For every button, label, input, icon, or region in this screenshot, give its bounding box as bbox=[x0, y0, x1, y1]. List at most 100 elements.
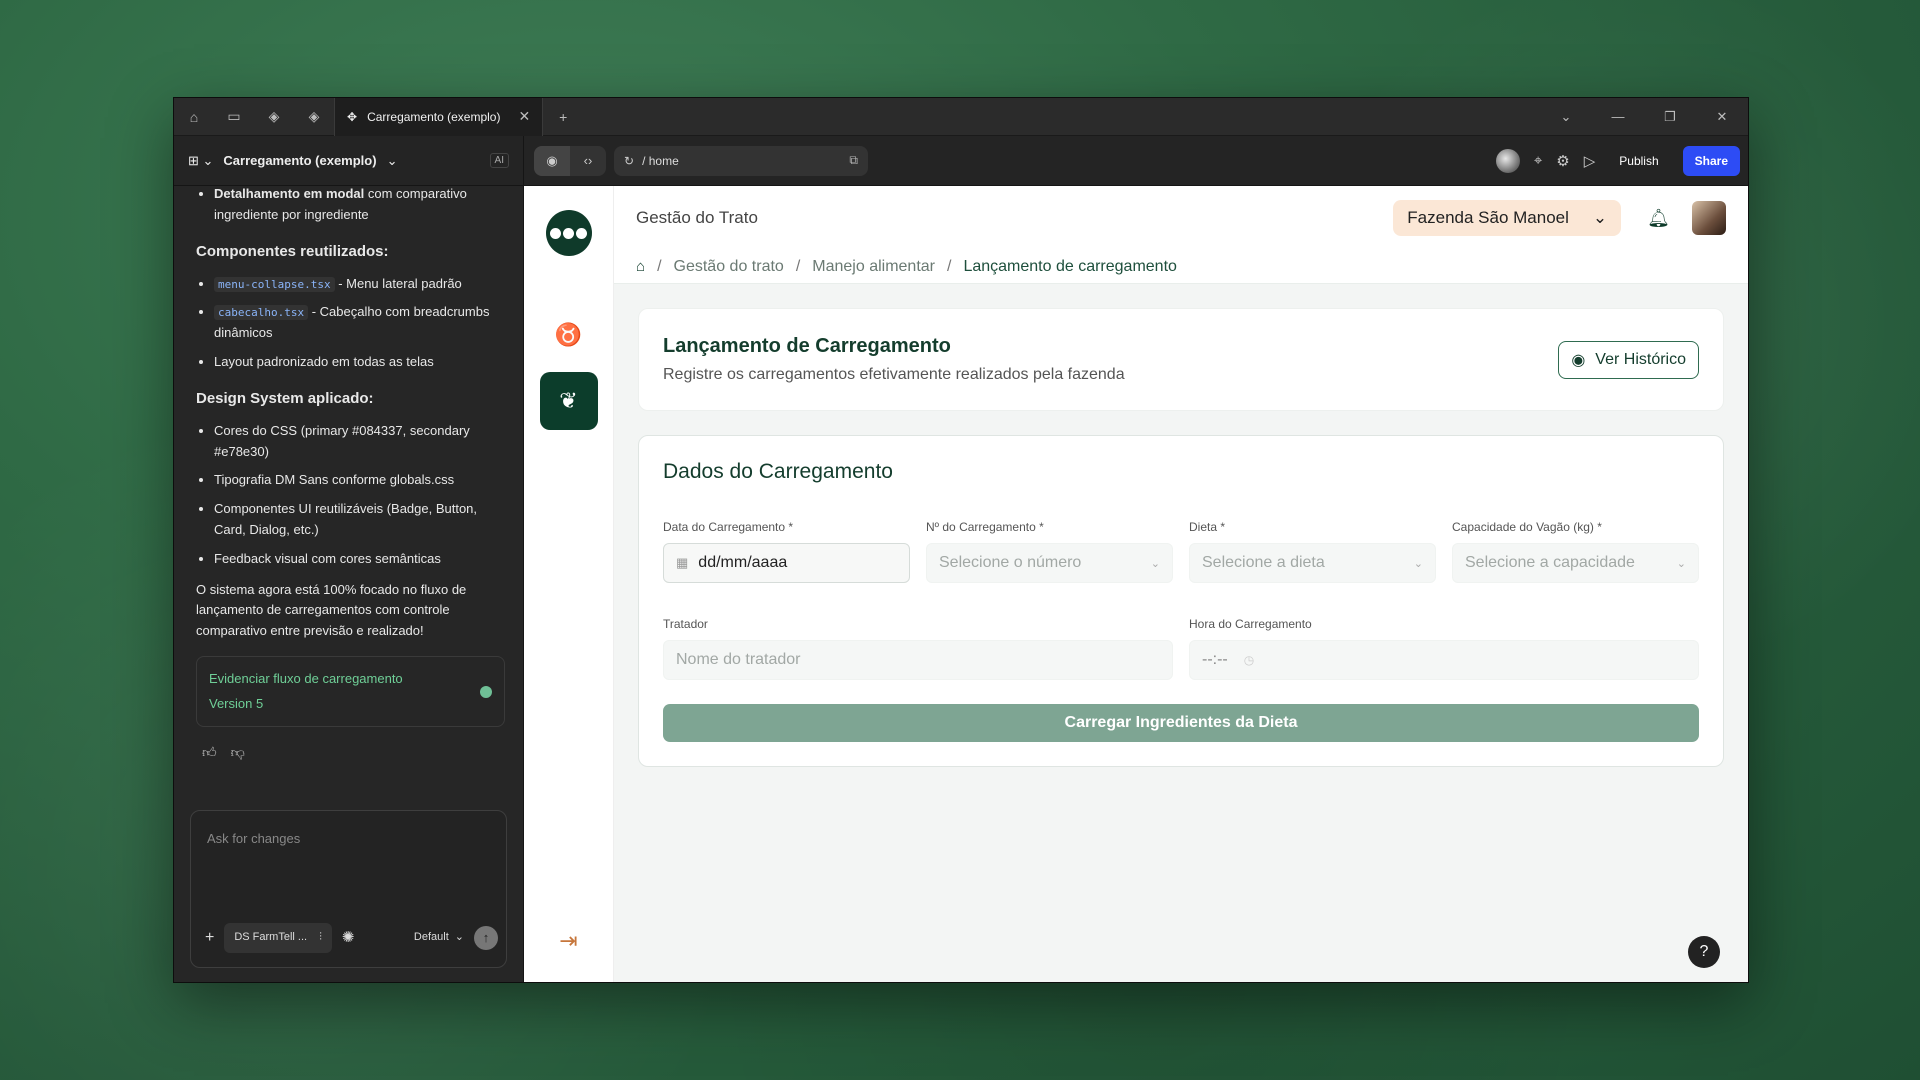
home-icon[interactable]: ⌂ bbox=[174, 98, 214, 136]
minimize-icon[interactable]: — bbox=[1592, 98, 1644, 136]
handler-input[interactable]: Nome do tratador bbox=[663, 640, 1173, 680]
chevron-down-icon: ⌄ bbox=[1413, 557, 1423, 570]
form-card: Dados do Carregamento Data do Carregamen… bbox=[638, 435, 1724, 767]
code-icon[interactable]: ‹› bbox=[570, 146, 606, 176]
url-bar[interactable]: ↻ / home ⧉ bbox=[614, 145, 868, 176]
breadcrumb: ⌂ / Gestão do trato / Manejo alimentar /… bbox=[614, 250, 1748, 284]
thumbs-down-icon[interactable]: 👎︎ bbox=[231, 741, 245, 763]
help-button[interactable]: ? bbox=[1688, 936, 1720, 968]
window-close-icon[interactable]: ✕ bbox=[1696, 98, 1748, 136]
chevron-down-icon[interactable]: ⌄ bbox=[387, 153, 398, 169]
chevron-down-icon: ⌄ bbox=[1676, 557, 1686, 570]
heading-design: Design System aplicado: bbox=[196, 389, 374, 407]
logout-icon[interactable]: ⇥ bbox=[559, 928, 577, 954]
version-label: Version 5 bbox=[209, 695, 264, 711]
diet-label: Dieta * bbox=[1189, 520, 1226, 534]
version-title: Evidenciar fluxo de carregamento bbox=[209, 670, 403, 686]
app-sidebar: ♉ ❦ ⇥ bbox=[524, 186, 614, 982]
form-title: Dados do Carregamento bbox=[663, 460, 893, 483]
breadcrumb-item[interactable]: Gestão do trato bbox=[674, 258, 784, 276]
breadcrumb-current: Lançamento de carregamento bbox=[963, 257, 1177, 275]
play-icon[interactable]: ▷ bbox=[1584, 152, 1596, 170]
publish-button[interactable]: Publish bbox=[1609, 147, 1668, 175]
thumbs-up-icon[interactable]: 👍︎ bbox=[202, 741, 217, 763]
list-item: Detalhamento em modal com comparativo in… bbox=[214, 184, 505, 226]
wheat-icon[interactable]: ❦ bbox=[539, 372, 598, 430]
ai-badge[interactable]: AI bbox=[489, 153, 509, 168]
chat-composer[interactable]: Ask for changes + DS FarmTell ... ⫶ ✺ De… bbox=[190, 810, 507, 968]
new-tab-icon[interactable]: + bbox=[543, 98, 583, 136]
time-input[interactable]: --:-- ◷ bbox=[1189, 640, 1699, 680]
user-avatar[interactable] bbox=[1692, 201, 1726, 235]
url-text: / home bbox=[642, 153, 679, 168]
titlebar: ⌂ ▭ ◈ ◈ ✥ Carregamento (exemplo) ✕ + ⌄ —… bbox=[174, 98, 1748, 136]
app-preview: ♉ ❦ ⇥ Gestão do Trato Fazenda São Manoel… bbox=[524, 186, 1748, 982]
eye-icon: ◉ bbox=[1571, 351, 1586, 369]
send-button[interactable]: ↑ bbox=[474, 926, 498, 951]
diet-select[interactable]: Selecione a dieta ⌄ bbox=[1189, 543, 1436, 583]
collaborator-avatar[interactable] bbox=[1495, 148, 1520, 173]
number-label: Nº do Carregamento * bbox=[926, 520, 1044, 534]
breadcrumb-item[interactable]: Manejo alimentar bbox=[812, 258, 935, 276]
farm-select[interactable]: Fazenda São Manoel ⌄ bbox=[1393, 200, 1622, 236]
component-icon: ✥ bbox=[347, 109, 358, 124]
gear-icon[interactable]: ⚙ bbox=[1556, 152, 1569, 170]
list-item: menu-collapse.tsx - Menu lateral padrão bbox=[214, 274, 505, 295]
toolbar: ⊞ ⌄ Carregamento (exemplo) ⌄ AI ◉ ‹› ↻ /… bbox=[174, 136, 1748, 186]
app-logo[interactable] bbox=[545, 210, 592, 256]
list-item: Cores do CSS (primary #084337, secondary… bbox=[214, 421, 505, 463]
tab-carregamento[interactable]: ✥ Carregamento (exemplo) ✕ bbox=[334, 98, 544, 136]
project-name[interactable]: Carregamento (exemplo) bbox=[223, 153, 376, 168]
sparkle-icon[interactable]: ✺ bbox=[342, 926, 355, 950]
close-icon[interactable]: ✕ bbox=[518, 108, 530, 125]
composer-input[interactable]: Ask for changes bbox=[207, 829, 490, 850]
chevron-down-icon: ⌄ bbox=[1150, 557, 1160, 570]
header-title: Gestão do Trato bbox=[636, 208, 758, 227]
chevron-down-icon[interactable]: ⌄ bbox=[1540, 98, 1592, 136]
tag-icon[interactable]: ◈ bbox=[254, 98, 294, 136]
cattle-icon[interactable]: ♉ bbox=[540, 306, 598, 364]
sliders-icon[interactable]: ⫶ bbox=[319, 929, 322, 947]
share-button[interactable]: Share bbox=[1682, 145, 1740, 176]
add-icon[interactable]: + bbox=[205, 925, 214, 951]
time-label: Hora do Carregamento bbox=[1189, 617, 1312, 631]
list-item: Tipografia DM Sans conforme globals.css bbox=[214, 470, 505, 491]
capacity-select[interactable]: Selecione a capacidade ⌄ bbox=[1452, 543, 1699, 583]
status-dot-icon bbox=[480, 685, 492, 698]
date-label: Data do Carregamento * bbox=[663, 520, 794, 534]
mode-select[interactable]: Default ⌄ bbox=[414, 929, 464, 947]
open-window-icon[interactable]: ⧉ bbox=[849, 153, 858, 168]
date-input[interactable]: ▦ dd/mm/aaaa bbox=[663, 543, 910, 583]
home-icon[interactable]: ⌂ bbox=[636, 258, 645, 275]
reload-icon[interactable]: ↻ bbox=[624, 154, 634, 168]
restore-icon[interactable]: ❐ bbox=[1644, 98, 1696, 136]
capacity-label: Capacidade do Vagão (kg) * bbox=[1452, 520, 1602, 534]
clock-icon: ◷ bbox=[1243, 653, 1255, 667]
list-item: Feedback visual com cores semânticas bbox=[214, 549, 505, 570]
project-header: ⊞ ⌄ Carregamento (exemplo) ⌄ AI bbox=[174, 136, 524, 185]
page-header-card: Lançamento de Carregamento Registre os c… bbox=[638, 308, 1724, 411]
heading-components: Componentes reutilizados: bbox=[196, 242, 389, 260]
app-window: ⌂ ▭ ◈ ◈ ✥ Carregamento (exemplo) ✕ + ⌄ —… bbox=[173, 97, 1749, 983]
calendar-icon: ▦ bbox=[676, 555, 689, 570]
number-select[interactable]: Selecione o número ⌄ bbox=[926, 543, 1173, 583]
figma-logo-icon[interactable]: ⊞ ⌄ bbox=[188, 153, 213, 169]
page-title: Lançamento de Carregamento bbox=[663, 335, 951, 357]
version-card[interactable]: Evidenciar fluxo de carregamento Version… bbox=[196, 655, 505, 728]
view-history-button[interactable]: ◉ Ver Histórico bbox=[1558, 340, 1699, 379]
app-header: Gestão do Trato Fazenda São Manoel ⌄ 🔔︎ bbox=[614, 186, 1748, 250]
tag-icon[interactable]: ◈ bbox=[294, 98, 334, 136]
summary-text: O sistema agora está 100% focado no flux… bbox=[196, 581, 467, 639]
bell-icon[interactable]: 🔔︎ bbox=[1647, 208, 1670, 229]
list-item: cabecalho.tsx - Cabeçalho com breadcrumb… bbox=[214, 302, 505, 344]
view-toggle: ◉ ‹› bbox=[534, 145, 606, 176]
tab-label: Carregamento (exemplo) bbox=[367, 109, 501, 124]
list-item: Componentes UI reutilizáveis (Badge, But… bbox=[214, 499, 505, 541]
page-subtitle: Registre os carregamentos efetivamente r… bbox=[663, 366, 1125, 383]
eye-icon[interactable]: ◉ bbox=[534, 145, 570, 176]
chevron-down-icon: ⌄ bbox=[1592, 208, 1608, 227]
inspect-icon[interactable]: ⌖ bbox=[1534, 152, 1542, 169]
book-icon[interactable]: ▭ bbox=[214, 98, 254, 136]
load-ingredients-button[interactable]: Carregar Ingredientes da Dieta bbox=[663, 704, 1699, 742]
design-system-chip[interactable]: DS FarmTell ... ⫶ bbox=[224, 923, 332, 953]
